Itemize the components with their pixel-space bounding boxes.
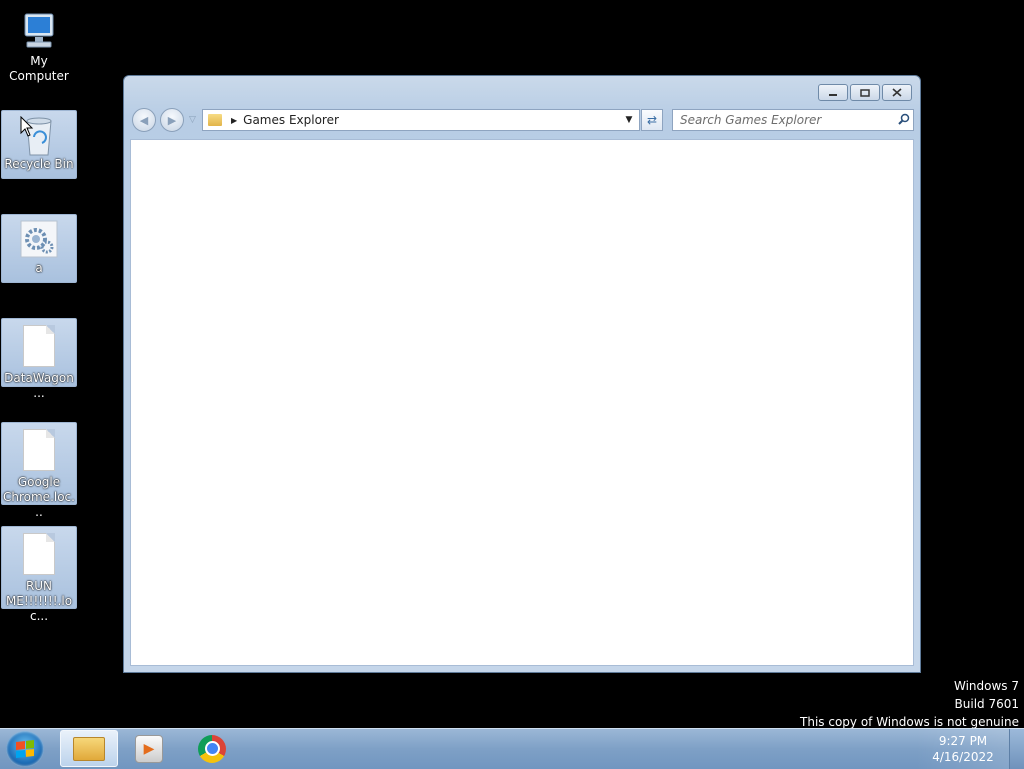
desktop-icon-label: a	[35, 261, 43, 275]
forward-button[interactable]: ▶	[160, 108, 184, 132]
taskbar-chrome[interactable]	[183, 730, 241, 767]
windows-watermark: Windows 7 Build 7601 This copy of Window…	[800, 677, 1019, 731]
address-dropdown-icon[interactable]: ▼	[619, 115, 639, 125]
breadcrumb-games-explorer[interactable]: Games Explorer	[243, 113, 339, 127]
forward-arrow-icon: ▶	[167, 113, 177, 127]
content-pane[interactable]	[130, 139, 914, 666]
desktop-icon-a[interactable]: a	[1, 214, 77, 283]
start-button[interactable]	[6, 731, 44, 767]
windows-explorer-icon	[73, 736, 105, 761]
navigation-bar: ◀ ▶ ▽ ▶ Games Explorer ▼ ⇄	[132, 107, 914, 133]
minimize-icon	[829, 93, 837, 96]
desktop-icon-google-chrome[interactable]: Google Chrome.loc...	[1, 422, 77, 519]
desktop-icon-label: Recycle Bin	[4, 157, 74, 171]
search-box[interactable]	[672, 109, 914, 131]
close-button[interactable]	[882, 84, 912, 101]
taskbar-media-player[interactable]: ▶	[120, 730, 178, 767]
search-input[interactable]	[673, 112, 895, 128]
desktop-icon-datawagon[interactable]: DataWagon...	[1, 318, 77, 400]
back-button[interactable]: ◀	[132, 108, 156, 132]
chrome-icon	[198, 734, 226, 763]
system-clock[interactable]: 9:27 PM 4/16/2022	[916, 729, 1010, 769]
document-icon	[23, 429, 55, 471]
desktop-icon-label: DataWagon...	[4, 371, 74, 400]
watermark-build: Build 7601	[954, 697, 1019, 711]
search-icon[interactable]	[895, 113, 913, 128]
minimize-button[interactable]	[818, 84, 848, 101]
taskbar-windows-explorer[interactable]	[60, 730, 118, 767]
desktop-icon-run-me[interactable]: RUN ME!!!!!!!.loc...	[1, 526, 77, 623]
games-explorer-window[interactable]: ◀ ▶ ▽ ▶ Games Explorer ▼ ⇄	[123, 75, 921, 673]
address-bar[interactable]: ▶ Games Explorer ▼	[202, 109, 640, 131]
document-icon	[23, 533, 55, 575]
desktop-icon-label: RUN ME!!!!!!!.loc...	[5, 579, 73, 623]
refresh-icon: ⇄	[646, 113, 658, 127]
windows-logo-icon	[16, 740, 34, 758]
media-player-icon: ▶	[135, 734, 163, 763]
clock-time: 9:27 PM	[938, 734, 988, 748]
refresh-button[interactable]: ⇄	[641, 109, 663, 131]
breadcrumb-arrow-icon[interactable]: ▶	[231, 116, 237, 125]
settings-file-icon	[20, 220, 58, 258]
desktop-icon-my-computer[interactable]: My Computer	[1, 8, 77, 84]
caption-buttons	[818, 84, 912, 101]
back-arrow-icon: ◀	[139, 113, 149, 127]
maximize-icon	[860, 88, 870, 97]
desktop-icon-label: My Computer	[9, 54, 69, 83]
clock-date: 4/16/2022	[932, 750, 994, 764]
desktop-icon-label: Google Chrome.loc...	[3, 475, 75, 519]
taskbar: ▶ 9:27 PM 4/16/2022	[0, 728, 1024, 769]
maximize-button[interactable]	[850, 84, 880, 101]
desktop-icon-recycle-bin[interactable]: Recycle Bin	[1, 110, 77, 179]
mouse-cursor-icon	[20, 116, 34, 137]
show-desktop-button[interactable]	[1009, 729, 1024, 769]
document-icon	[23, 325, 55, 367]
close-icon	[892, 88, 902, 97]
recent-pages-dropdown-icon[interactable]: ▽	[189, 115, 196, 125]
folder-icon	[208, 114, 222, 126]
watermark-os: Windows 7	[953, 679, 1019, 693]
my-computer-icon	[24, 13, 54, 48]
